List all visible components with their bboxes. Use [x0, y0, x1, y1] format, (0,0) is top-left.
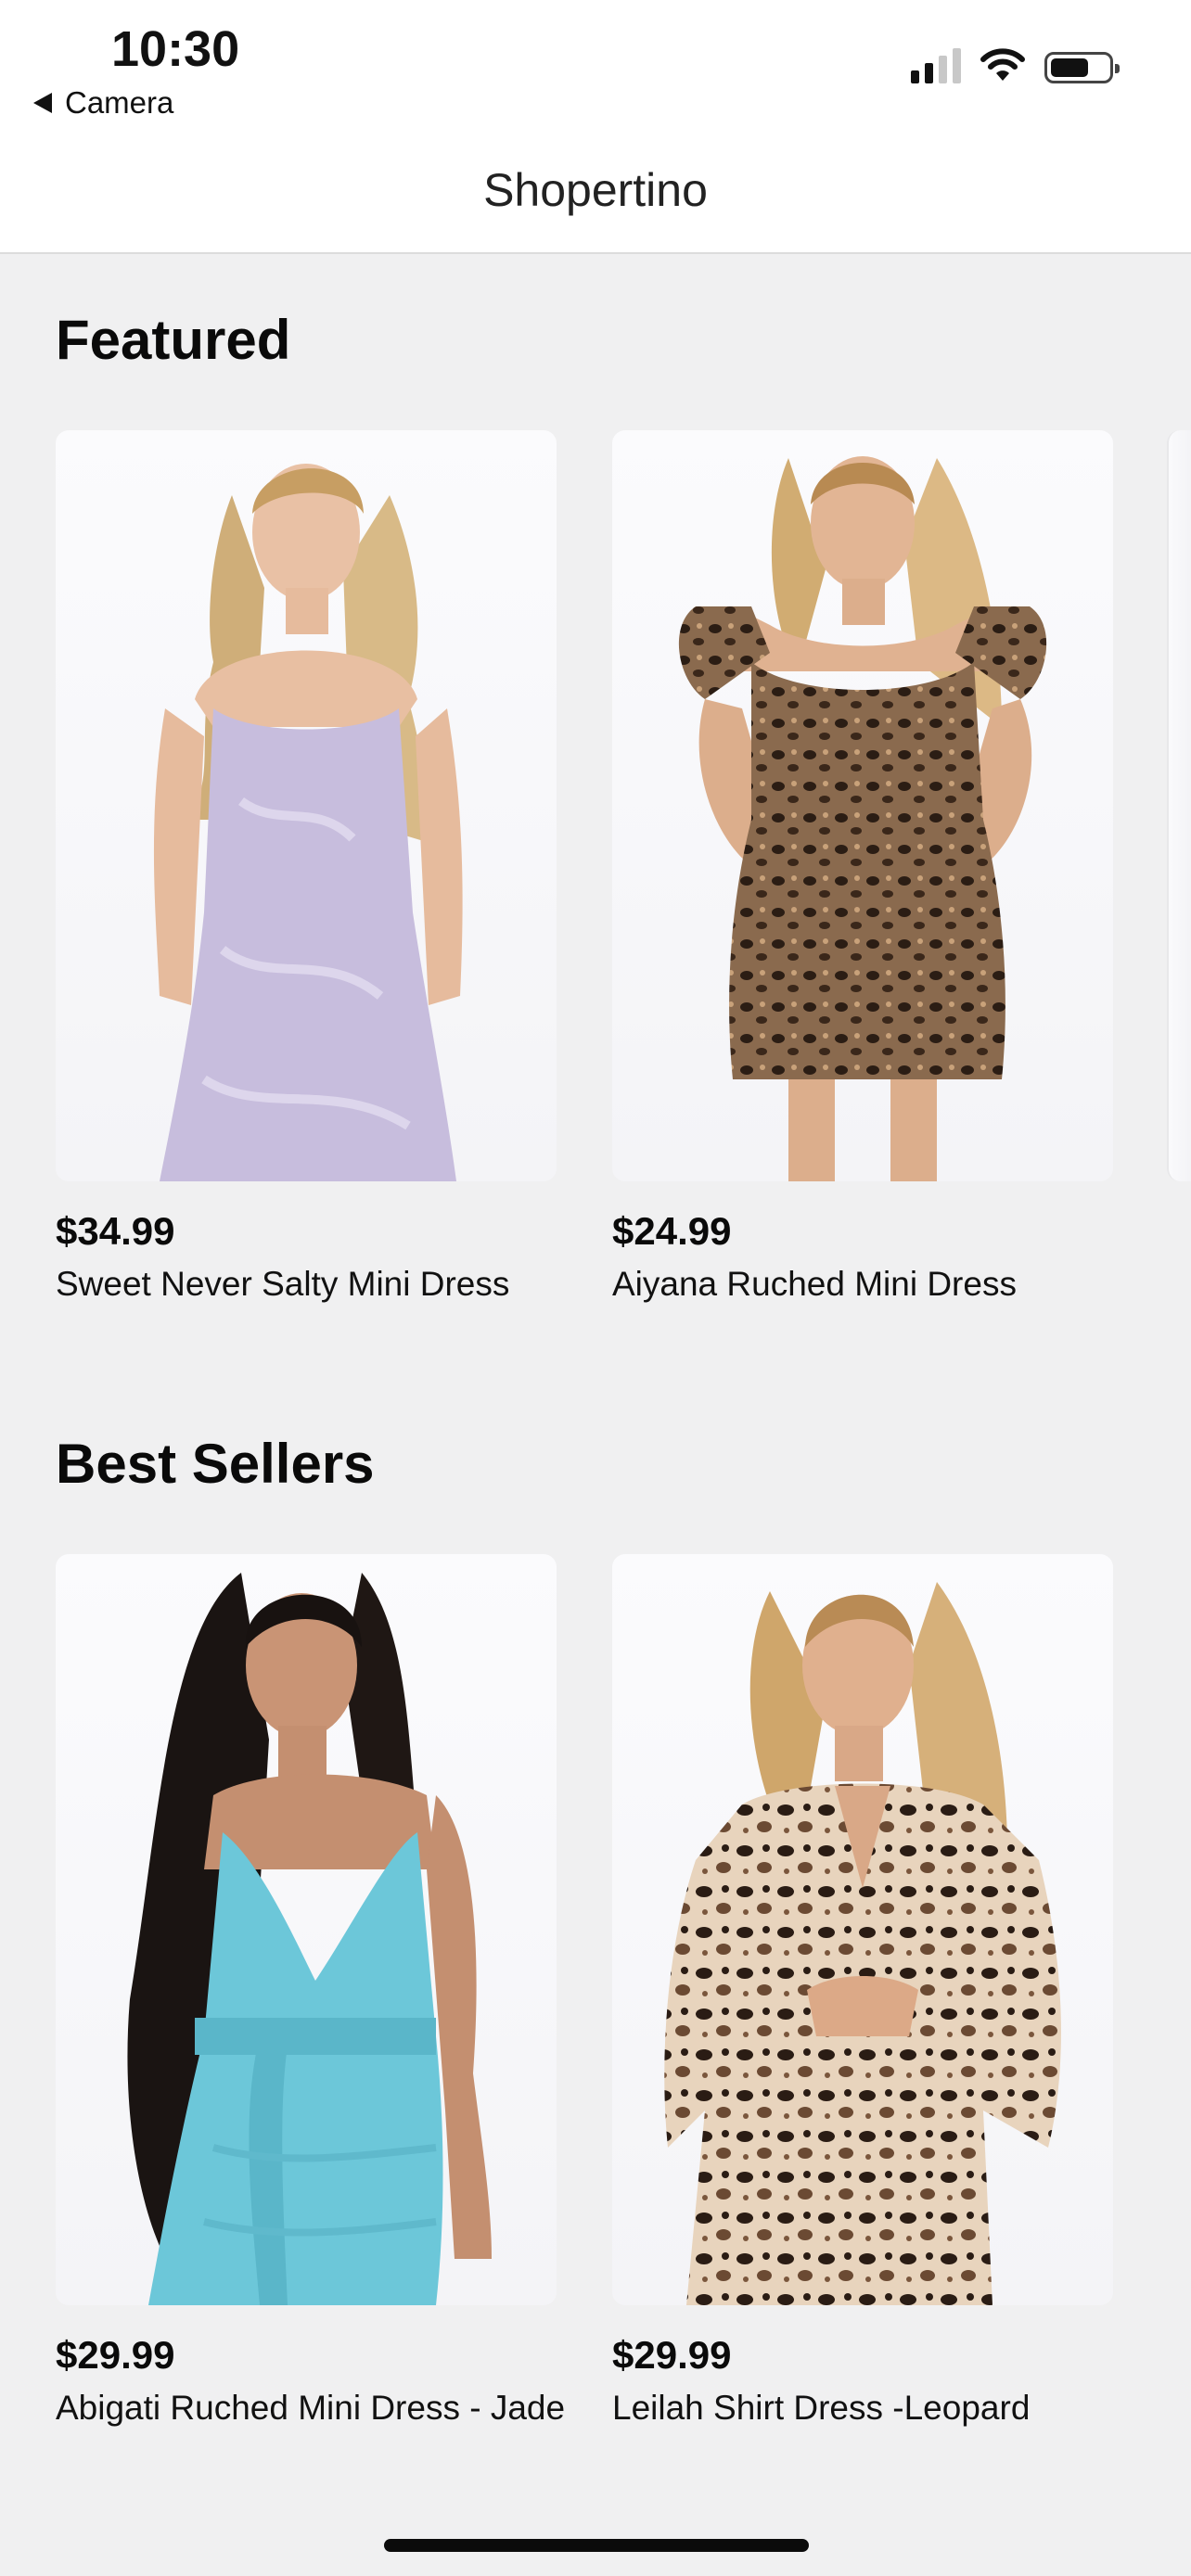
product-card[interactable]: $34.99 Sweet Never Salty Mini Dress — [56, 430, 557, 1304]
model-leopard-shirt-dress-photo — [664, 1582, 1061, 2305]
battery-icon — [1044, 52, 1120, 83]
cellular-signal-icon — [911, 46, 961, 83]
app-title: Shopertino — [483, 164, 708, 216]
back-arrow-icon — [33, 93, 52, 113]
model-lavender-dress-photo — [153, 464, 463, 1181]
product-price: $29.99 — [612, 2333, 732, 2377]
product-name: Aiyana Ruched Mini Dress — [612, 1265, 1017, 1303]
model-jade-dress-photo — [127, 1573, 492, 2305]
status-time: 10:30 — [111, 21, 240, 77]
top-bar: 10:30 Camera Shopertino — [0, 0, 1191, 254]
product-name: Abigati Ruched Mini Dress - Jade — [56, 2389, 566, 2427]
model-leopard-mini-dress-photo — [678, 456, 1047, 1181]
product-card[interactable]: $29.99 Abigati Ruched Mini Dress - Jade — [56, 1554, 566, 2428]
product-image[interactable] — [56, 1554, 557, 2305]
product-name: Sweet Never Salty Mini Dress — [56, 1265, 510, 1303]
section-title-featured: Featured — [56, 309, 291, 371]
product-price: $24.99 — [612, 1209, 732, 1253]
product-image[interactable] — [56, 430, 557, 1181]
product-card[interactable]: $24.99 Aiyana Ruched Mini Dress — [612, 430, 1113, 1304]
product-price: $29.99 — [56, 2333, 175, 2377]
next-product-card-peek[interactable] — [1167, 430, 1191, 1181]
home-indicator[interactable] — [384, 2539, 809, 2552]
back-to-camera-link[interactable]: Camera — [33, 85, 173, 121]
status-icons — [911, 46, 1120, 83]
product-image[interactable] — [612, 430, 1113, 1181]
product-card[interactable]: $29.99 Leilah Shirt Dress -Leopard — [612, 1554, 1113, 2428]
wifi-icon — [980, 48, 1025, 81]
product-image[interactable] — [612, 1554, 1113, 2305]
product-price: $34.99 — [56, 1209, 175, 1253]
back-label: Camera — [65, 85, 174, 120]
product-name: Leilah Shirt Dress -Leopard — [612, 2389, 1031, 2427]
section-title-best-sellers: Best Sellers — [56, 1433, 375, 1495]
